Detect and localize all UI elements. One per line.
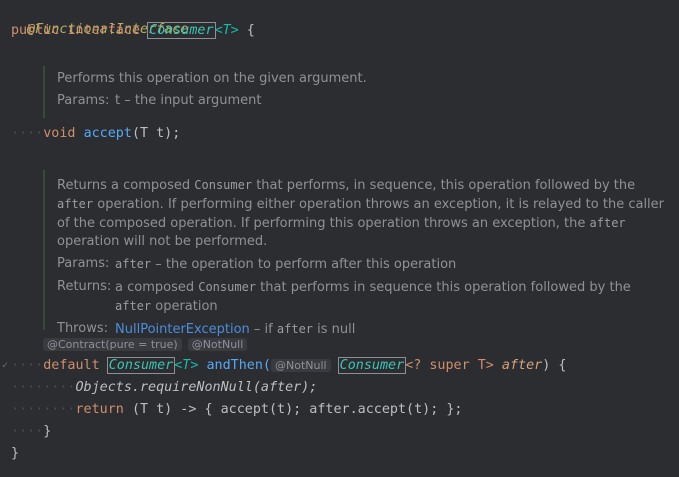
brace-open: { bbox=[238, 23, 255, 38]
param-type[interactable]: Consumer bbox=[337, 357, 407, 374]
andthen-method-name[interactable]: andThen( bbox=[207, 358, 272, 373]
returns-value: a composed Consumer that performs in seq… bbox=[115, 278, 665, 316]
params-code: after bbox=[115, 257, 152, 271]
desc-part2: that performs, in sequence, this operati… bbox=[252, 178, 636, 193]
throws-label: Throws: bbox=[57, 321, 108, 336]
desc-part4: operation will not be performed. bbox=[57, 234, 268, 249]
annotation-line: @FunctionalInterface bbox=[11, 0, 188, 37]
indent-dots: ········ bbox=[11, 402, 76, 417]
javadoc-andthen: Returns a composed Consumer that perform… bbox=[43, 170, 665, 337]
throws-value: NullPointerException – if after is null bbox=[115, 320, 665, 339]
objects-call[interactable]: Objects.requireNonNull(after); bbox=[76, 380, 318, 395]
doc-accept-params-row: Params: t – the input argument bbox=[45, 92, 665, 110]
doc-andthen-desc: Returns a composed Consumer that perform… bbox=[45, 176, 665, 251]
return-line: ········return (T t) -> { accept(t); aft… bbox=[11, 400, 462, 420]
requirenonnull-line: ········Objects.requireNonNull(after); bbox=[11, 378, 317, 398]
desc-code3: after bbox=[589, 216, 626, 230]
throws-text2: is null bbox=[313, 322, 356, 337]
param-generic: <? super T> bbox=[405, 358, 494, 373]
returns-label: Returns: bbox=[57, 279, 112, 294]
params-text: – the operation to perform after this op… bbox=[151, 257, 457, 272]
return-type-param: <T> bbox=[174, 358, 199, 373]
desc-part1: Returns a composed bbox=[57, 178, 195, 193]
kw-return: return bbox=[75, 402, 124, 417]
accept-params: (T t); bbox=[131, 126, 181, 141]
desc-part3: operation. If performing either operatio… bbox=[57, 197, 665, 231]
indent-dots: ···· bbox=[11, 358, 44, 373]
kw-void: void bbox=[43, 126, 76, 141]
type-params: <T> bbox=[214, 23, 239, 38]
doc-accept-text: Performs this operation on the given arg… bbox=[57, 71, 367, 86]
returns-code2: after bbox=[115, 299, 152, 313]
doc-andthen-params-row: Params: after – the operation to perform… bbox=[45, 255, 665, 274]
doc-andthen-throws-row: Throws: NullPointerException – if after … bbox=[45, 320, 665, 339]
notnull-hint[interactable]: @NotNull bbox=[187, 338, 248, 351]
params-label: Params: bbox=[57, 93, 110, 108]
indent-dots: ···· bbox=[11, 424, 44, 439]
gutter-check-icon[interactable]: ✓ bbox=[2, 360, 8, 371]
param-notnull-hint[interactable]: @NotNull bbox=[271, 359, 331, 372]
throws-text1: – if bbox=[249, 322, 277, 337]
params-label: Params: bbox=[57, 256, 110, 271]
accept-method-line: ····void accept(T t); bbox=[11, 124, 180, 144]
returns-part2: that performs in sequence this operation… bbox=[256, 280, 631, 295]
throws-code: after bbox=[276, 322, 314, 336]
indent-dots: ···· bbox=[11, 126, 44, 141]
kw-interface: interface bbox=[67, 23, 140, 38]
desc-code1: Consumer bbox=[194, 178, 253, 192]
returns-code1: Consumer bbox=[198, 280, 257, 294]
accept-method-name[interactable]: accept bbox=[84, 126, 132, 141]
indent-dots: ········ bbox=[11, 380, 76, 395]
andthen-signature: ····default Consumer<T> andThen(@NotNull… bbox=[11, 356, 566, 376]
inferred-annotations: @Contract(pure = true) @NotNull bbox=[43, 338, 253, 351]
outer-close-brace: } bbox=[11, 446, 20, 461]
desc-code2: after bbox=[57, 197, 94, 211]
kw-public: public bbox=[11, 23, 60, 38]
sig-close: ) { bbox=[542, 358, 567, 373]
npe-link[interactable]: NullPointerException bbox=[115, 322, 250, 337]
outer-close-line: } bbox=[11, 444, 19, 464]
contract-hint[interactable]: @Contract(pure = true) bbox=[43, 338, 182, 351]
interface-declaration: public interface Consumer<T> { bbox=[11, 21, 255, 41]
returns-part3: operation bbox=[151, 299, 218, 314]
params-value: t – the input argument bbox=[115, 93, 262, 108]
returns-part1: a composed bbox=[115, 280, 199, 295]
inner-close-brace: } bbox=[43, 424, 52, 439]
javadoc-accept: Performs this operation on the given arg… bbox=[43, 66, 665, 118]
kw-default: default bbox=[43, 358, 100, 373]
params-value: after – the operation to perform after t… bbox=[115, 255, 665, 274]
return-body[interactable]: (T t) -> { accept(t); after.accept(t); }… bbox=[132, 402, 463, 417]
param-after[interactable]: after bbox=[502, 358, 542, 373]
doc-andthen-returns-row: Returns: a composed Consumer that perfor… bbox=[45, 278, 665, 316]
return-type[interactable]: Consumer bbox=[106, 357, 176, 374]
inner-close-line: ····} bbox=[11, 422, 51, 442]
interface-name[interactable]: Consumer bbox=[147, 22, 216, 39]
